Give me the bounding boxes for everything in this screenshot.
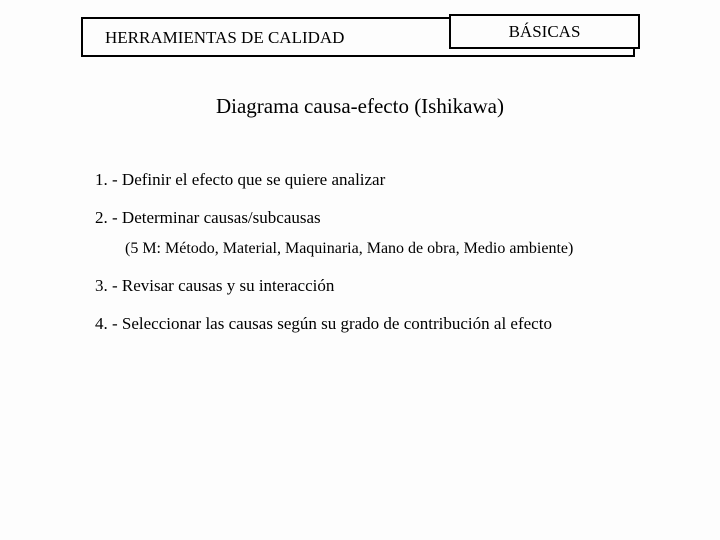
list-item: 1. - Definir el efecto que se quiere ana… xyxy=(95,170,635,190)
list-item: 3. - Revisar causas y su interacción xyxy=(95,276,635,296)
body-content: 1. - Definir el efecto que se quiere ana… xyxy=(95,170,635,352)
header-left-text: HERRAMIENTAS DE CALIDAD xyxy=(105,28,344,48)
list-item: 4. - Seleccionar las causas según su gra… xyxy=(95,314,635,334)
slide: HERRAMIENTAS DE CALIDAD BÁSICAS Diagrama… xyxy=(0,0,720,540)
list-note: (5 M: Método, Material, Maquinaria, Mano… xyxy=(125,240,635,258)
list-item: 2. - Determinar causas/subcausas xyxy=(95,208,635,228)
header-right-box: BÁSICAS xyxy=(449,14,640,49)
slide-title: Diagrama causa-efecto (Ishikawa) xyxy=(0,94,720,119)
